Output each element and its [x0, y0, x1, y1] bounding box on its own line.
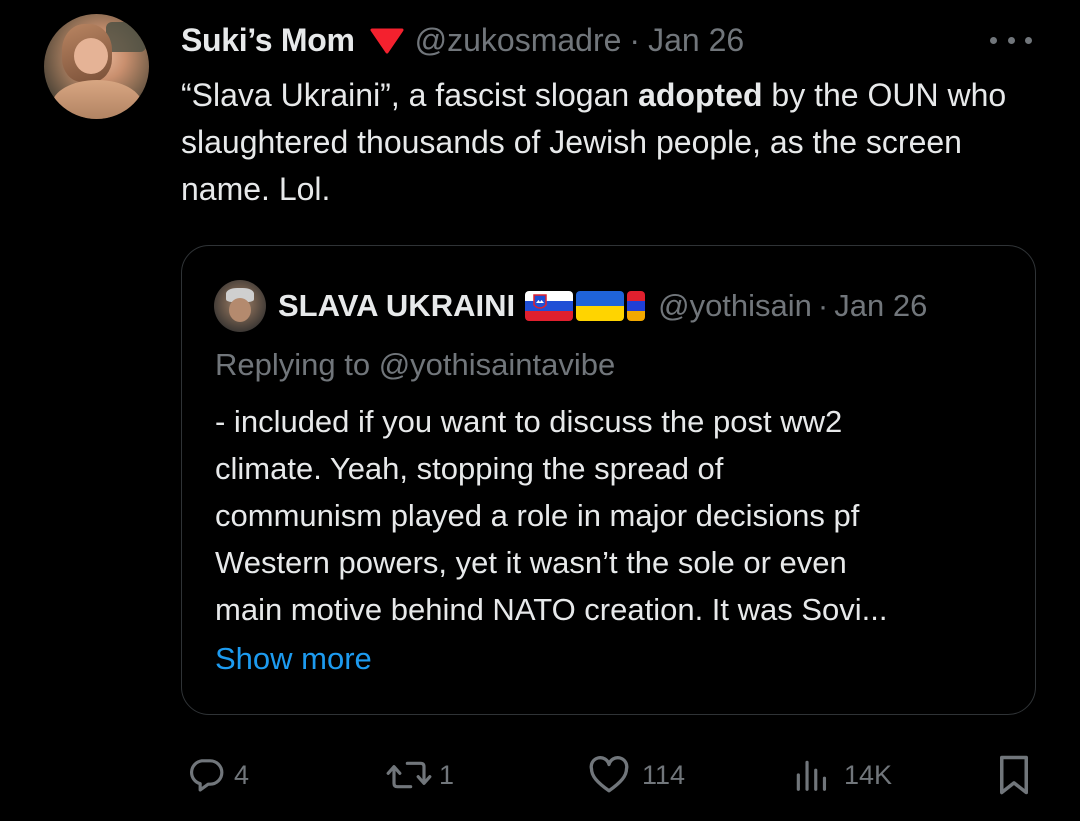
author-name[interactable]: Suki’s Mom — [181, 22, 355, 59]
author-avatar[interactable] — [44, 14, 149, 119]
more-dot — [1007, 36, 1015, 44]
reply-button[interactable]: 4 — [186, 750, 249, 800]
show-more-link[interactable]: Show more — [215, 635, 372, 682]
quoted-body-line: - included if you want to discuss the po… — [215, 404, 843, 439]
avatar-background-shape — [106, 22, 146, 52]
quoted-body-line: main motive behind NATO creation. It was… — [215, 592, 888, 627]
avatar-body-shape — [52, 80, 142, 119]
quoted-avatar-face-shape — [229, 298, 251, 322]
tweet-text-bold: adopted — [638, 77, 763, 113]
bookmark-button[interactable] — [996, 750, 1032, 800]
avatar-face-shape — [74, 38, 108, 74]
ukraine-flag-icon — [576, 291, 625, 321]
author-handle[interactable]: @zukosmadre — [415, 22, 622, 59]
heart-icon — [588, 755, 630, 795]
flag-emojis — [525, 288, 648, 324]
quoted-tweet-body: - included if you want to discuss the po… — [215, 398, 1015, 633]
reply-count: 4 — [234, 759, 250, 790]
quoted-header-separator: · — [817, 288, 829, 323]
repost-count: 1 — [439, 759, 455, 790]
quoted-body-line: climate. Yeah, stopping the spread of — [215, 451, 724, 486]
bookmark-icon — [996, 754, 1032, 796]
like-button[interactable]: 114 — [588, 750, 685, 800]
tweet-text-part: “Slava Ukraini”, a fascist slogan — [181, 77, 639, 113]
views-button[interactable]: 14K — [792, 750, 892, 800]
red-triangle-icon — [369, 26, 405, 54]
reply-icon — [186, 755, 226, 795]
more-dot — [990, 36, 997, 44]
armenia-flag-icon — [627, 291, 646, 321]
tweet-header: Suki’s Mom @zukosmadre · Jan 26 — [181, 18, 744, 62]
views-icon — [792, 755, 830, 795]
quoted-body-line: Western powers, yet it wasn’t the sole o… — [215, 545, 847, 580]
quoted-author-name: SLAVA UKRAINI — [278, 288, 516, 323]
header-separator: · — [629, 21, 641, 58]
replying-to-label: Replying to @yothisaintavibe — [215, 347, 616, 382]
like-count: 114 — [642, 759, 686, 790]
repost-icon — [385, 755, 433, 795]
slovenia-flag-icon — [525, 291, 574, 321]
quoted-tweet-date: Jan 26 — [834, 288, 928, 323]
action-bar: 4 1 114 14K — [0, 750, 1080, 800]
more-dot — [1025, 36, 1032, 44]
quoted-body-line: communism played a role in major decisio… — [215, 498, 860, 533]
more-dots-icon[interactable] — [990, 34, 1032, 46]
quoted-tweet[interactable]: SLAVA UKRAINI @yothisain · Jan 26 Replyi… — [181, 245, 1036, 715]
quoted-tweet-header: SLAVA UKRAINI @yothisain · Jan 26 — [278, 284, 927, 328]
quoted-author-avatar — [214, 280, 266, 332]
quoted-author-handle: @yothisain — [658, 288, 812, 323]
repost-button[interactable]: 1 — [385, 750, 454, 800]
tweet-date[interactable]: Jan 26 — [648, 22, 744, 59]
tweet-text: “Slava Ukraini”, a fascist slogan adopte… — [181, 72, 1031, 213]
views-count: 14K — [844, 759, 893, 790]
